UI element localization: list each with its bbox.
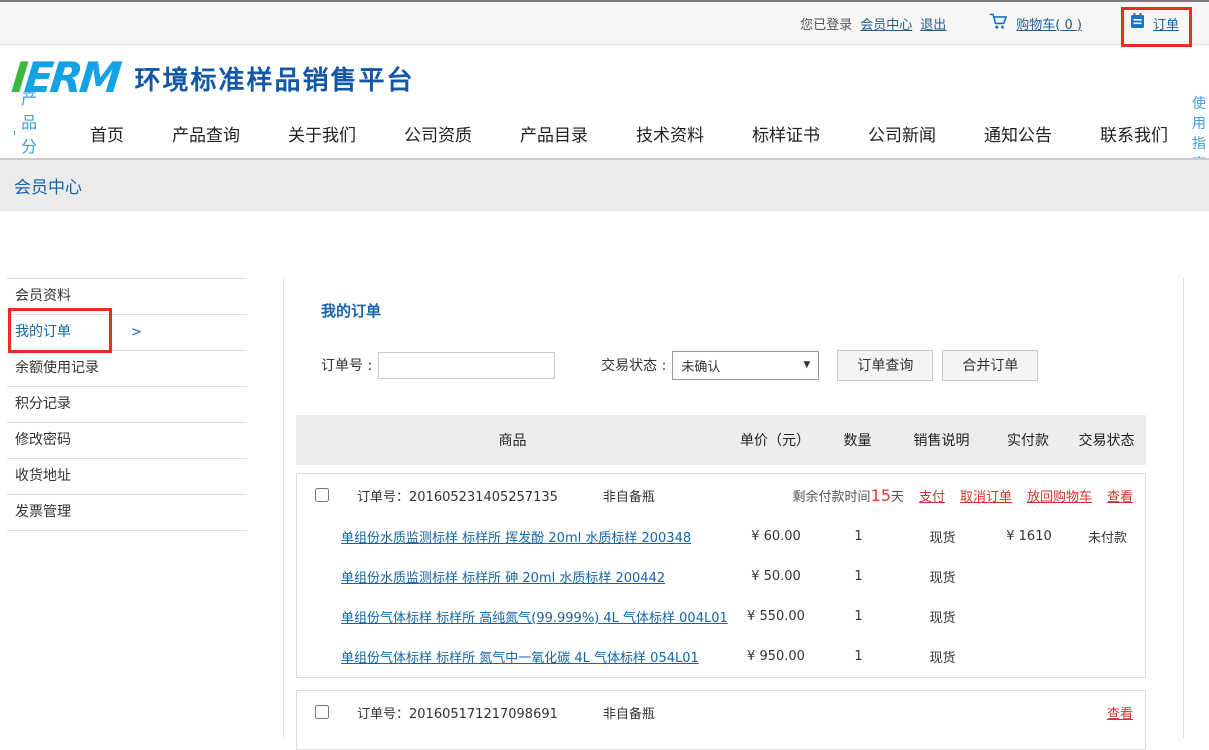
nav-item-announcements[interactable]: 通知公告 <box>960 121 1076 146</box>
product-row: 单组份气体标样 标样所 氮气中一氧化碳 4L 气体标样 054L01 ¥ 950… <box>297 636 1145 676</box>
return-to-cart-link[interactable]: 放回购物车 <box>1027 486 1092 505</box>
col-header-unit-price: 单价（元） <box>729 430 821 450</box>
login-status-group: 您已登录 会员中心 退出 <box>800 14 946 33</box>
cart-group[interactable]: 购物车( 0 ) <box>988 12 1082 34</box>
product-name: 单组份气体标样 标样所 高纯氮气(99.999%) 4L 气体标样 004L01 <box>297 607 730 626</box>
order-group[interactable]: 订单 <box>1130 13 1179 33</box>
nav-item-technical-docs[interactable]: 技术资料 <box>612 121 728 146</box>
quantity: 1 <box>822 609 895 624</box>
bottle-type-label: 非自备瓶 <box>603 486 655 505</box>
sidebar-item-my-orders[interactable]: 我的订单 > <box>7 314 247 350</box>
product-row: 单组份水质监测标样 标样所 砷 20ml 水质标样 200442 ¥ 50.00… <box>297 556 1145 596</box>
bottle-type-label: 非自备瓶 <box>603 703 655 722</box>
cancel-order-link[interactable]: 取消订单 <box>960 486 1012 505</box>
sidebar-item-member-profile[interactable]: 会员资料 <box>7 278 247 314</box>
nav-item-home[interactable]: 首页 <box>66 121 148 146</box>
member-center-link[interactable]: 会员中心 <box>860 14 912 33</box>
view-order-link[interactable]: 查看 <box>1107 703 1133 722</box>
col-header-product: 商品 <box>296 430 729 450</box>
sidebar-item-shipping-address[interactable]: 收货地址 <box>7 458 247 494</box>
bullet-icon <box>14 131 15 135</box>
sales-note: 现货 <box>895 647 990 666</box>
product-name: 单组份水质监测标样 标样所 砷 20ml 水质标样 200442 <box>297 567 730 586</box>
nav-item-about-us[interactable]: 关于我们 <box>264 121 380 146</box>
sidebar-item-points-records[interactable]: 积分记录 <box>7 386 247 422</box>
nav-item-product-search[interactable]: 产品查询 <box>148 121 264 146</box>
order-query-button[interactable]: 订单查询 <box>837 350 933 381</box>
order-number: 订单号：201605231405257135 <box>357 486 558 505</box>
order-header-row: 订单号：201605231405257135 非自备瓶 剩余付款时间15天 支付… <box>297 474 1145 516</box>
sidebar-item-balance-records[interactable]: 余额使用记录 <box>7 350 247 386</box>
nav-item-sample-certificates[interactable]: 标样证书 <box>728 121 844 146</box>
order-filter-bar: 订单号 : 交易状态 : 未确认 ▼ 订单查询 合并订单 <box>321 350 1038 380</box>
chevron-down-icon: ▼ <box>803 360 810 370</box>
chevron-right-icon: > <box>131 315 142 350</box>
logout-link[interactable]: 退出 <box>920 14 946 33</box>
nav-item-company-news[interactable]: 公司新闻 <box>844 121 960 146</box>
page-title: 我的订单 <box>321 300 381 321</box>
unit-price: ¥ 950.00 <box>730 649 822 664</box>
order-no-label: 订单号 : <box>321 355 372 375</box>
nav-item-contact-us[interactable]: 联系我们 <box>1076 121 1192 146</box>
order-no-input[interactable] <box>378 352 555 379</box>
nav-items: 首页 产品查询 关于我们 公司资质 产品目录 技术资料 标样证书 公司新闻 通知… <box>66 121 1192 146</box>
topbar: 您已登录 会员中心 退出 购物车( 0 ) 订单 <box>0 0 1209 45</box>
main-nav: 产品分类 首页 产品查询 关于我们 公司资质 产品目录 技术资料 标样证书 公司… <box>0 109 1209 157</box>
logged-in-text: 您已登录 <box>800 14 852 33</box>
order-list-icon <box>1130 13 1145 33</box>
paid-amount: ¥ 1610 <box>990 529 1068 544</box>
transaction-status: 未付款 <box>1068 527 1146 546</box>
order-number: 订单号：201605171217098691 <box>357 703 558 722</box>
product-name: 单组份水质监测标样 标样所 挥发酚 20ml 水质标样 200348 <box>297 527 730 546</box>
unit-price: ¥ 50.00 <box>730 569 822 584</box>
col-header-paid-amount: 实付款 <box>989 430 1067 450</box>
sidebar-item-invoice-management[interactable]: 发票管理 <box>7 494 247 530</box>
col-header-transaction-status: 交易状态 <box>1067 430 1146 450</box>
order-header-row: 订单号：201605171217098691 非自备瓶 查看 <box>297 691 1145 733</box>
product-link[interactable]: 单组份水质监测标样 标样所 砷 20ml 水质标样 200442 <box>341 571 665 586</box>
order-select-checkbox[interactable] <box>315 705 329 719</box>
unit-price: ¥ 550.00 <box>730 609 822 624</box>
transaction-status-label: 交易状态 : <box>601 355 666 375</box>
col-header-sales-note: 销售说明 <box>894 430 989 450</box>
product-row: 单组份气体标样 标样所 高纯氮气(99.999%) 4L 气体标样 004L01… <box>297 596 1145 636</box>
col-header-quantity: 数量 <box>821 430 894 450</box>
cart-icon <box>988 12 1008 34</box>
product-link[interactable]: 单组份气体标样 标样所 高纯氮气(99.999%) 4L 气体标样 004L01 <box>341 611 728 626</box>
product-link[interactable]: 单组份水质监测标样 标样所 挥发酚 20ml 水质标样 200348 <box>341 531 691 546</box>
quantity: 1 <box>822 569 895 584</box>
product-name: 单组份气体标样 标样所 氮气中一氧化碳 4L 气体标样 054L01 <box>297 647 730 666</box>
view-order-link[interactable]: 查看 <box>1107 486 1133 505</box>
product-row: 单组份水质监测标样 标样所 挥发酚 20ml 水质标样 200348 ¥ 60.… <box>297 516 1145 556</box>
member-sidebar: 会员资料 我的订单 > 余额使用记录 积分记录 修改密码 收货地址 发票管理 <box>7 278 247 531</box>
order-group: 订单号：201605231405257135 非自备瓶 剩余付款时间15天 支付… <box>296 473 1146 678</box>
transaction-status-select[interactable]: 未确认 ▼ <box>672 351 819 380</box>
pay-link[interactable]: 支付 <box>919 486 945 505</box>
selected-status: 未确认 <box>681 356 720 375</box>
breadcrumb-band: 会员中心 <box>0 158 1209 211</box>
order-select-checkbox[interactable] <box>315 488 329 502</box>
breadcrumb: 会员中心 <box>14 173 82 198</box>
sales-note: 现货 <box>895 527 990 546</box>
product-link[interactable]: 单组份气体标样 标样所 氮气中一氧化碳 4L 气体标样 054L01 <box>341 651 699 666</box>
order-group: 订单号：201605171217098691 非自备瓶 查看 <box>296 690 1146 750</box>
sales-note: 现货 <box>895 607 990 626</box>
quantity: 1 <box>822 529 895 544</box>
site-header: IERM 环境标准样品销售平台 <box>0 47 1209 109</box>
sales-note: 现货 <box>895 567 990 586</box>
order-actions: 剩余付款时间15天 支付 取消订单 放回购物车 查看 <box>793 486 1133 505</box>
site-title: 环境标准样品销售平台 <box>134 60 414 97</box>
remaining-payment-time: 剩余付款时间15天 <box>793 486 904 505</box>
quantity: 1 <box>822 649 895 664</box>
nav-item-product-catalog[interactable]: 产品目录 <box>496 121 612 146</box>
my-orders-panel: 我的订单 订单号 : 交易状态 : 未确认 ▼ 订单查询 合并订单 商品 单价（… <box>283 278 1184 738</box>
unit-price: ¥ 60.00 <box>730 529 822 544</box>
order-actions: 查看 <box>1107 703 1133 722</box>
cart-link[interactable]: 购物车( 0 ) <box>1016 14 1082 33</box>
sidebar-item-change-password[interactable]: 修改密码 <box>7 422 247 458</box>
nav-item-company-qualification[interactable]: 公司资质 <box>380 121 496 146</box>
orders-table-header: 商品 单价（元） 数量 销售说明 实付款 交易状态 <box>296 415 1146 465</box>
order-link[interactable]: 订单 <box>1153 14 1179 33</box>
merge-orders-button[interactable]: 合并订单 <box>942 350 1038 381</box>
